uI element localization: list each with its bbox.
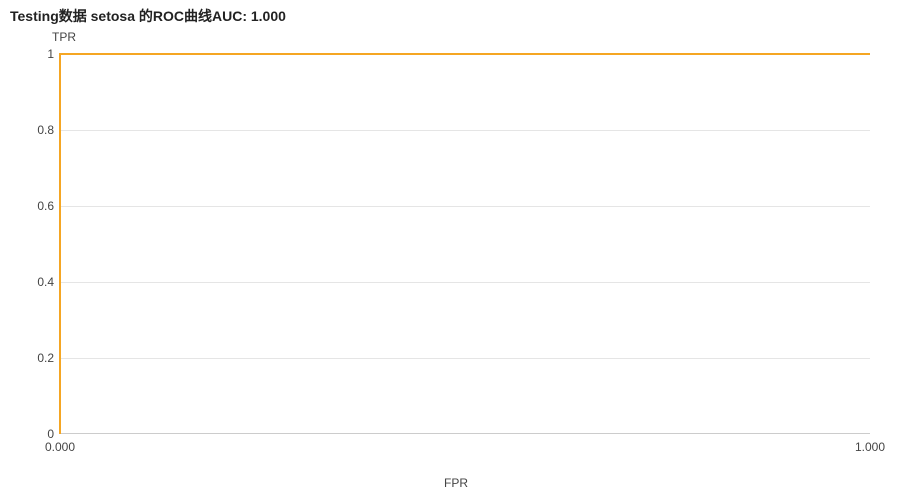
y-tick: 0.2 [37,351,54,365]
y-tick: 1 [47,47,54,61]
y-tick: 0.4 [37,275,54,289]
y-axis-label: TPR [52,30,76,44]
x-axis-label: FPR [0,476,912,490]
chart-title: Testing数据 setosa 的ROC曲线AUC: 1.000 [10,6,286,26]
x-tick: 1.000 [855,440,885,454]
roc-curve [60,54,870,434]
x-tick: 0.000 [45,440,75,454]
y-tick: 0 [47,427,54,441]
y-tick: 0.8 [37,123,54,137]
y-tick: 0.6 [37,199,54,213]
